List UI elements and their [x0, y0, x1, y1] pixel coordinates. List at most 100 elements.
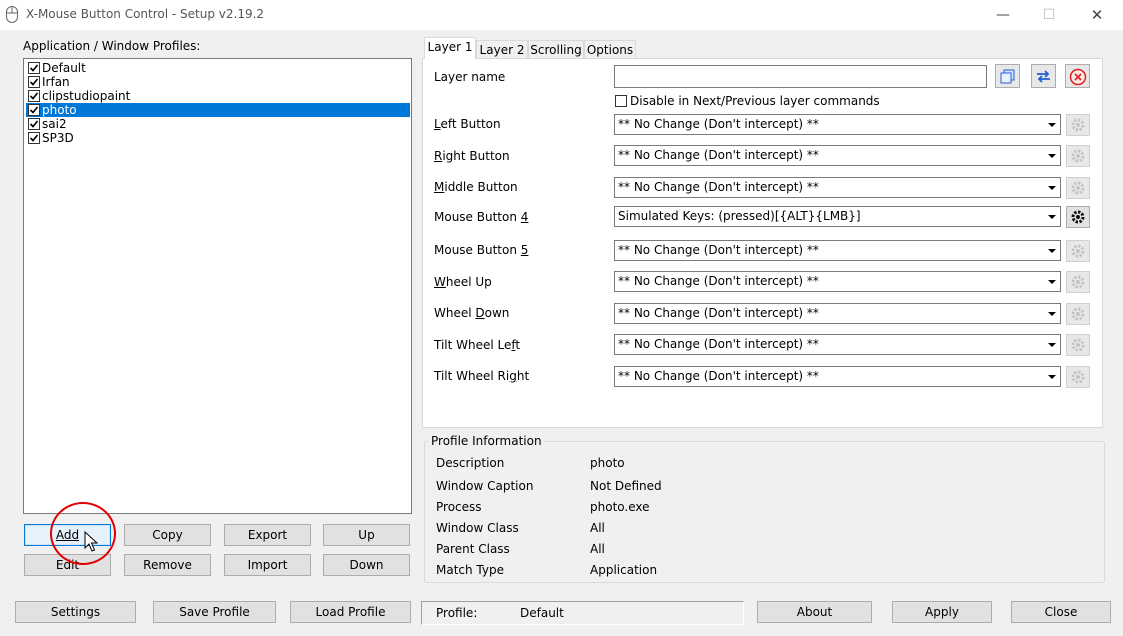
left-button-settings[interactable] [1066, 114, 1090, 136]
dropdown-arrow-icon [1048, 280, 1056, 284]
profile-status-label: Profile: [436, 606, 478, 620]
profiles-list[interactable]: Default Irfan clipstudiopaint photo sai2… [23, 58, 412, 514]
wheel-up-label: Wheel Up [434, 275, 492, 289]
up-button[interactable]: Up [323, 524, 410, 546]
list-item[interactable]: Irfan [26, 75, 410, 89]
down-button[interactable]: Down [323, 554, 410, 576]
mouse-app-icon [6, 6, 18, 26]
title-bar: X-Mouse Button Control - Setup v2.19.2 —… [0, 0, 1123, 30]
export-button[interactable]: Export [224, 524, 311, 546]
mouse-button-4-label: Mouse Button 4 [434, 210, 529, 224]
profile-status-value: Default [520, 606, 564, 620]
window-class-value: All [590, 521, 605, 535]
window-caption-value: Not Defined [590, 479, 662, 493]
profile-info-group [424, 441, 1105, 583]
swap-layer-button[interactable] [1031, 64, 1056, 88]
window-class-label: Window Class [436, 521, 519, 535]
clear-layer-button[interactable] [1065, 64, 1090, 88]
disable-layer-label: Disable in Next/Previous layer commands [630, 94, 880, 108]
list-item[interactable]: clipstudiopaint [26, 89, 410, 103]
minimize-icon[interactable]: — [980, 0, 1026, 30]
dropdown-arrow-icon [1048, 186, 1056, 190]
right-button-label: Right Button [434, 149, 510, 163]
remove-button[interactable]: Remove [124, 554, 211, 576]
checkbox[interactable] [28, 118, 40, 130]
parent-class-label: Parent Class [436, 542, 510, 556]
list-item[interactable]: SP3D [26, 131, 410, 145]
tab-layer-1[interactable]: Layer 1 [424, 37, 476, 59]
tab-layer-2[interactable]: Layer 2 [476, 40, 528, 59]
load-profile-button[interactable]: Load Profile [290, 601, 411, 623]
import-button[interactable]: Import [224, 554, 311, 576]
wheel-down-label: Wheel Down [434, 306, 510, 320]
mouse-button-4-select[interactable]: Simulated Keys: (pressed)[{ALT}{LMB}] [614, 206, 1061, 227]
save-profile-button[interactable]: Save Profile [153, 601, 276, 623]
description-value: photo [590, 456, 625, 470]
window-caption-label: Window Caption [436, 479, 534, 493]
list-item[interactable]: sai2 [26, 117, 410, 131]
match-type-value: Application [590, 563, 658, 577]
profiles-heading: Application / Window Profiles: [23, 39, 201, 53]
layer-name-input[interactable] [614, 65, 987, 88]
list-item-label: Default [42, 61, 86, 75]
disable-layer-checkbox[interactable] [615, 95, 627, 107]
dropdown-arrow-icon [1048, 123, 1056, 127]
profile-info-heading: Profile Information [428, 434, 545, 448]
tilt-wheel-right-settings[interactable] [1066, 366, 1090, 388]
process-label: Process [436, 500, 482, 514]
mouse-button-5-settings[interactable] [1066, 240, 1090, 262]
left-button-select[interactable]: ** No Change (Don't intercept) ** [614, 114, 1061, 135]
dropdown-arrow-icon [1048, 343, 1056, 347]
dropdown-arrow-icon [1048, 154, 1056, 158]
parent-class-value: All [590, 542, 605, 556]
settings-button[interactable]: Settings [15, 601, 136, 623]
checkbox[interactable] [28, 76, 40, 88]
right-button-select[interactable]: ** No Change (Don't intercept) ** [614, 145, 1061, 166]
middle-button-settings[interactable] [1066, 177, 1090, 199]
checkbox[interactable] [28, 90, 40, 102]
list-item-selected[interactable]: photo [26, 103, 410, 117]
copy-button[interactable]: Copy [124, 524, 211, 546]
tilt-wheel-right-select[interactable]: ** No Change (Don't intercept) ** [614, 366, 1061, 387]
tilt-wheel-left-settings[interactable] [1066, 334, 1090, 356]
description-label: Description [436, 456, 505, 470]
list-item-label: SP3D [42, 131, 74, 145]
about-button[interactable]: About [757, 601, 872, 623]
dropdown-arrow-icon [1048, 249, 1056, 253]
process-value: photo.exe [590, 500, 650, 514]
annotation-circle [50, 502, 116, 565]
middle-button-select[interactable]: ** No Change (Don't intercept) ** [614, 177, 1061, 198]
right-button-settings[interactable] [1066, 145, 1090, 167]
list-item-label: Irfan [42, 75, 70, 89]
wheel-up-select[interactable]: ** No Change (Don't intercept) ** [614, 271, 1061, 292]
mouse-button-4-settings[interactable] [1066, 206, 1090, 228]
match-type-label: Match Type [436, 563, 504, 577]
maximize-icon[interactable]: ☐ [1026, 0, 1072, 30]
dropdown-arrow-icon [1048, 312, 1056, 316]
tab-scrolling[interactable]: Scrolling [528, 40, 584, 59]
wheel-down-settings[interactable] [1066, 303, 1090, 325]
checkbox[interactable] [28, 132, 40, 144]
middle-button-label: Middle Button [434, 180, 518, 194]
tab-options[interactable]: Options [584, 40, 636, 59]
dropdown-arrow-icon [1048, 215, 1056, 219]
copy-layer-button[interactable] [995, 64, 1020, 88]
close-icon[interactable]: ✕ [1074, 0, 1120, 30]
list-item[interactable]: Default [26, 61, 410, 75]
apply-button[interactable]: Apply [892, 601, 992, 623]
tilt-wheel-left-select[interactable]: ** No Change (Don't intercept) ** [614, 334, 1061, 355]
dropdown-arrow-icon [1048, 375, 1056, 379]
checkbox[interactable] [28, 62, 40, 74]
wheel-up-settings[interactable] [1066, 271, 1090, 293]
mouse-button-5-select[interactable]: ** No Change (Don't intercept) ** [614, 240, 1061, 261]
close-button[interactable]: Close [1011, 601, 1111, 623]
tilt-wheel-right-label: Tilt Wheel Right [434, 369, 530, 383]
tilt-wheel-left-label: Tilt Wheel Left [434, 338, 521, 352]
left-button-label: Left Button [434, 117, 501, 131]
list-item-label: clipstudiopaint [42, 89, 131, 103]
checkbox[interactable] [28, 104, 40, 116]
list-item-label: sai2 [42, 117, 67, 131]
window-title: X-Mouse Button Control - Setup v2.19.2 [26, 7, 265, 21]
wheel-down-select[interactable]: ** No Change (Don't intercept) ** [614, 303, 1061, 324]
layer-name-label: Layer name [434, 70, 506, 84]
